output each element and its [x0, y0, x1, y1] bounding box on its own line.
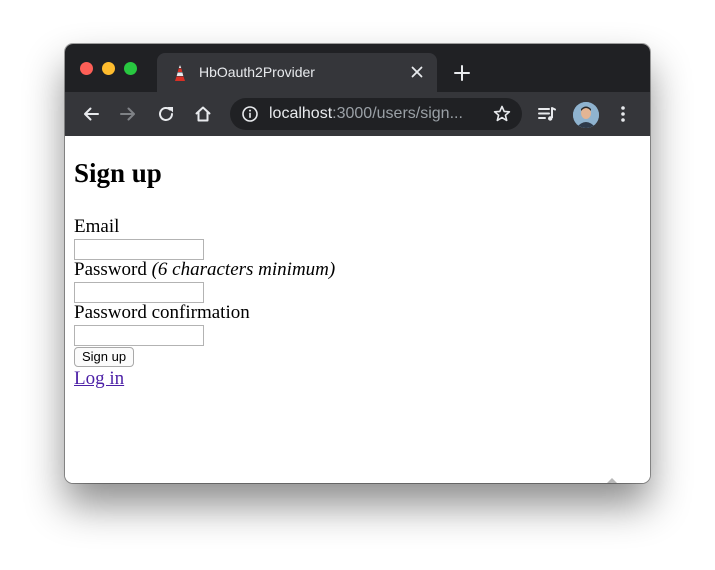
tab-title: HbOauth2Provider	[199, 64, 315, 80]
playlist-icon[interactable]	[537, 104, 557, 124]
plus-icon[interactable]	[453, 64, 471, 82]
star-icon[interactable]	[492, 104, 512, 124]
info-icon[interactable]	[241, 105, 259, 123]
password-label-text: Password	[74, 259, 147, 280]
password-hint: (6 characters minimum)	[151, 259, 336, 280]
maximize-window-button[interactable]	[124, 62, 137, 75]
url-text: localhost:3000/users/sign...	[269, 105, 463, 123]
reload-icon[interactable]	[156, 104, 176, 124]
title-bar: HbOauth2Provider	[65, 44, 650, 92]
browser-window: HbOauth2Provider localhost:3000/users/si…	[65, 44, 650, 483]
page-title: Sign up	[74, 158, 162, 188]
url-path: :3000/users/sign...	[332, 105, 463, 122]
tower-icon	[171, 64, 189, 82]
feedly-icon[interactable]	[597, 476, 627, 483]
arrow-left-icon[interactable]	[81, 104, 101, 124]
browser-toolbar: localhost:3000/users/sign...	[65, 92, 650, 136]
close-window-button[interactable]	[80, 62, 93, 75]
email-label: Email	[74, 216, 120, 237]
kebab-menu-icon[interactable]	[613, 104, 633, 124]
address-bar[interactable]: localhost:3000/users/sign...	[230, 98, 522, 130]
page-content: Sign up Email Password (6 characters min…	[65, 136, 650, 483]
avatar[interactable]	[573, 102, 599, 128]
password-confirmation-label: Password confirmation	[74, 302, 250, 323]
arrow-right-icon[interactable]	[118, 104, 138, 124]
password-label: Password (6 characters minimum)	[74, 259, 335, 281]
home-icon[interactable]	[193, 104, 213, 124]
login-link[interactable]: Log in	[74, 368, 124, 390]
close-icon[interactable]	[409, 64, 425, 80]
password-confirmation-field[interactable]	[74, 325, 204, 346]
browser-tab[interactable]: HbOauth2Provider	[157, 53, 437, 92]
password-field[interactable]	[74, 282, 204, 303]
minimize-window-button[interactable]	[102, 62, 115, 75]
email-field[interactable]	[74, 239, 204, 260]
sign-up-button[interactable]: Sign up	[74, 347, 135, 367]
url-host: localhost	[269, 105, 333, 122]
